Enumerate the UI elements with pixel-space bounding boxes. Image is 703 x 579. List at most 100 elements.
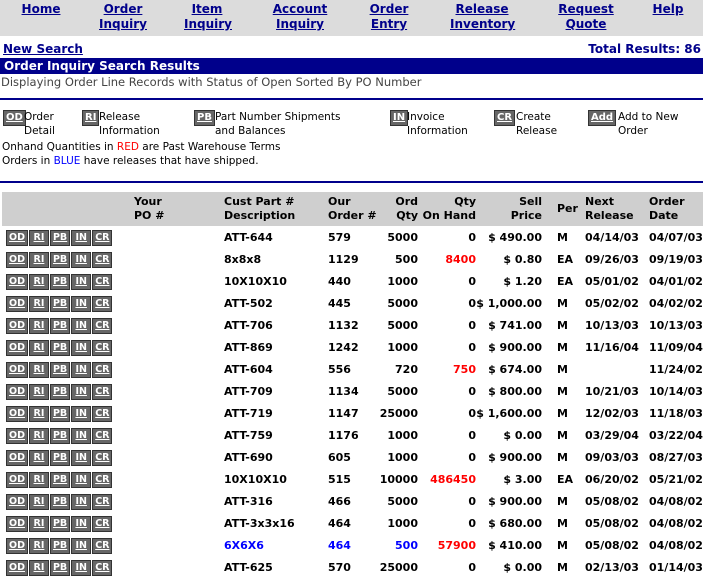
row-in-button[interactable]: IN — [71, 274, 92, 290]
row-ri-button[interactable]: RI — [28, 406, 49, 422]
row-od-button[interactable]: OD — [6, 318, 28, 334]
row-pb-button[interactable]: PB — [49, 494, 71, 510]
row-cr-button[interactable]: CR — [92, 362, 113, 378]
row-pb-button[interactable]: PB — [49, 516, 71, 532]
row-ri-button[interactable]: RI — [28, 296, 49, 312]
row-cr-button[interactable]: CR — [92, 340, 113, 356]
row-in-button[interactable]: IN — [71, 296, 92, 312]
row-cr-button[interactable]: CR — [92, 494, 113, 510]
row-cr-button[interactable]: CR — [92, 384, 113, 400]
row-cr-button[interactable]: CR — [92, 516, 113, 532]
row-ri-button[interactable]: RI — [28, 450, 49, 466]
nav-item-inquiry[interactable]: Item Inquiry — [184, 2, 232, 32]
row-action-buttons: OD RI PB IN CR — [6, 340, 113, 356]
row-ri-button[interactable]: RI — [28, 516, 49, 532]
note-blue: Orders in BLUE have releases that have s… — [2, 155, 259, 167]
row-cr-button[interactable]: CR — [92, 472, 113, 488]
row-od-button[interactable]: OD — [6, 296, 28, 312]
row-ri-button[interactable]: RI — [28, 560, 49, 576]
row-cr-button[interactable]: CR — [92, 406, 113, 422]
row-od-button[interactable]: OD — [6, 252, 28, 268]
row-od-button[interactable]: OD — [6, 274, 28, 290]
row-in-button[interactable]: IN — [71, 230, 92, 246]
row-ri-button[interactable]: RI — [28, 538, 49, 554]
row-in-button[interactable]: IN — [71, 428, 92, 444]
row-cr-button[interactable]: CR — [92, 252, 113, 268]
legend-ri-text: Release Information — [99, 111, 160, 137]
row-od-button[interactable]: OD — [6, 428, 28, 444]
new-search-link[interactable]: New Search — [3, 42, 83, 56]
row-cr-button[interactable]: CR — [92, 538, 113, 554]
cell-price: $ 1.20 — [503, 275, 542, 288]
row-pb-button[interactable]: PB — [49, 384, 71, 400]
cell-date: 08/27/03 — [649, 451, 703, 464]
row-od-button[interactable]: OD — [6, 406, 28, 422]
cell-desc: ATT-690 — [224, 451, 273, 464]
row-ri-button[interactable]: RI — [28, 230, 49, 246]
row-pb-button[interactable]: PB — [49, 230, 71, 246]
row-pb-button[interactable]: PB — [49, 252, 71, 268]
cell-date: 11/09/04 — [649, 341, 703, 354]
cell-ord-qty: 5000 — [387, 231, 418, 244]
nav-order-entry[interactable]: Order Entry — [368, 2, 410, 32]
row-pb-button[interactable]: PB — [49, 340, 71, 356]
row-od-button[interactable]: OD — [6, 516, 28, 532]
row-in-button[interactable]: IN — [71, 384, 92, 400]
row-pb-button[interactable]: PB — [49, 406, 71, 422]
row-pb-button[interactable]: PB — [49, 428, 71, 444]
row-ri-button[interactable]: RI — [28, 472, 49, 488]
row-cr-button[interactable]: CR — [92, 428, 113, 444]
row-in-button[interactable]: IN — [71, 494, 92, 510]
nav-order-inquiry[interactable]: Order Inquiry — [98, 2, 148, 32]
row-cr-button[interactable]: CR — [92, 450, 113, 466]
row-cr-button[interactable]: CR — [92, 318, 113, 334]
row-ri-button[interactable]: RI — [28, 340, 49, 356]
row-pb-button[interactable]: PB — [49, 318, 71, 334]
row-in-button[interactable]: IN — [71, 252, 92, 268]
row-ri-button[interactable]: RI — [28, 318, 49, 334]
row-ri-button[interactable]: RI — [28, 274, 49, 290]
row-cr-button[interactable]: CR — [92, 560, 113, 576]
row-ri-button[interactable]: RI — [28, 384, 49, 400]
row-ri-button[interactable]: RI — [28, 494, 49, 510]
row-pb-button[interactable]: PB — [49, 296, 71, 312]
row-od-button[interactable]: OD — [6, 340, 28, 356]
row-od-button[interactable]: OD — [6, 384, 28, 400]
row-pb-button[interactable]: PB — [49, 450, 71, 466]
row-ri-button[interactable]: RI — [28, 252, 49, 268]
row-in-button[interactable]: IN — [71, 560, 92, 576]
row-pb-button[interactable]: PB — [49, 560, 71, 576]
row-in-button[interactable]: IN — [71, 318, 92, 334]
nav-account-inquiry[interactable]: Account Inquiry — [270, 2, 330, 32]
row-in-button[interactable]: IN — [71, 450, 92, 466]
row-ri-button[interactable]: RI — [28, 362, 49, 378]
nav-home[interactable]: Home — [18, 2, 64, 17]
row-in-button[interactable]: IN — [71, 516, 92, 532]
row-cr-button[interactable]: CR — [92, 230, 113, 246]
nav-help[interactable]: Help — [650, 2, 686, 17]
row-in-button[interactable]: IN — [71, 340, 92, 356]
header-price: Sell Price — [510, 195, 542, 222]
row-in-button[interactable]: IN — [71, 472, 92, 488]
row-ri-button[interactable]: RI — [28, 428, 49, 444]
cell-on-hand: 0 — [468, 561, 476, 574]
row-od-button[interactable]: OD — [6, 450, 28, 466]
row-od-button[interactable]: OD — [6, 362, 28, 378]
row-od-button[interactable]: OD — [6, 230, 28, 246]
row-od-button[interactable]: OD — [6, 472, 28, 488]
row-pb-button[interactable]: PB — [49, 274, 71, 290]
row-cr-button[interactable]: CR — [92, 274, 113, 290]
row-od-button[interactable]: OD — [6, 560, 28, 576]
row-in-button[interactable]: IN — [71, 406, 92, 422]
row-in-button[interactable]: IN — [71, 538, 92, 554]
row-pb-button[interactable]: PB — [49, 362, 71, 378]
row-cr-button[interactable]: CR — [92, 296, 113, 312]
row-pb-button[interactable]: PB — [49, 538, 71, 554]
row-od-button[interactable]: OD — [6, 494, 28, 510]
row-od-button[interactable]: OD — [6, 538, 28, 554]
nav-release-inventory[interactable]: Release Inventory — [450, 2, 515, 32]
note-red-post: are Past Warehouse Terms — [138, 141, 281, 153]
row-in-button[interactable]: IN — [71, 362, 92, 378]
row-pb-button[interactable]: PB — [49, 472, 71, 488]
nav-request-quote[interactable]: Request Quote — [558, 2, 614, 32]
